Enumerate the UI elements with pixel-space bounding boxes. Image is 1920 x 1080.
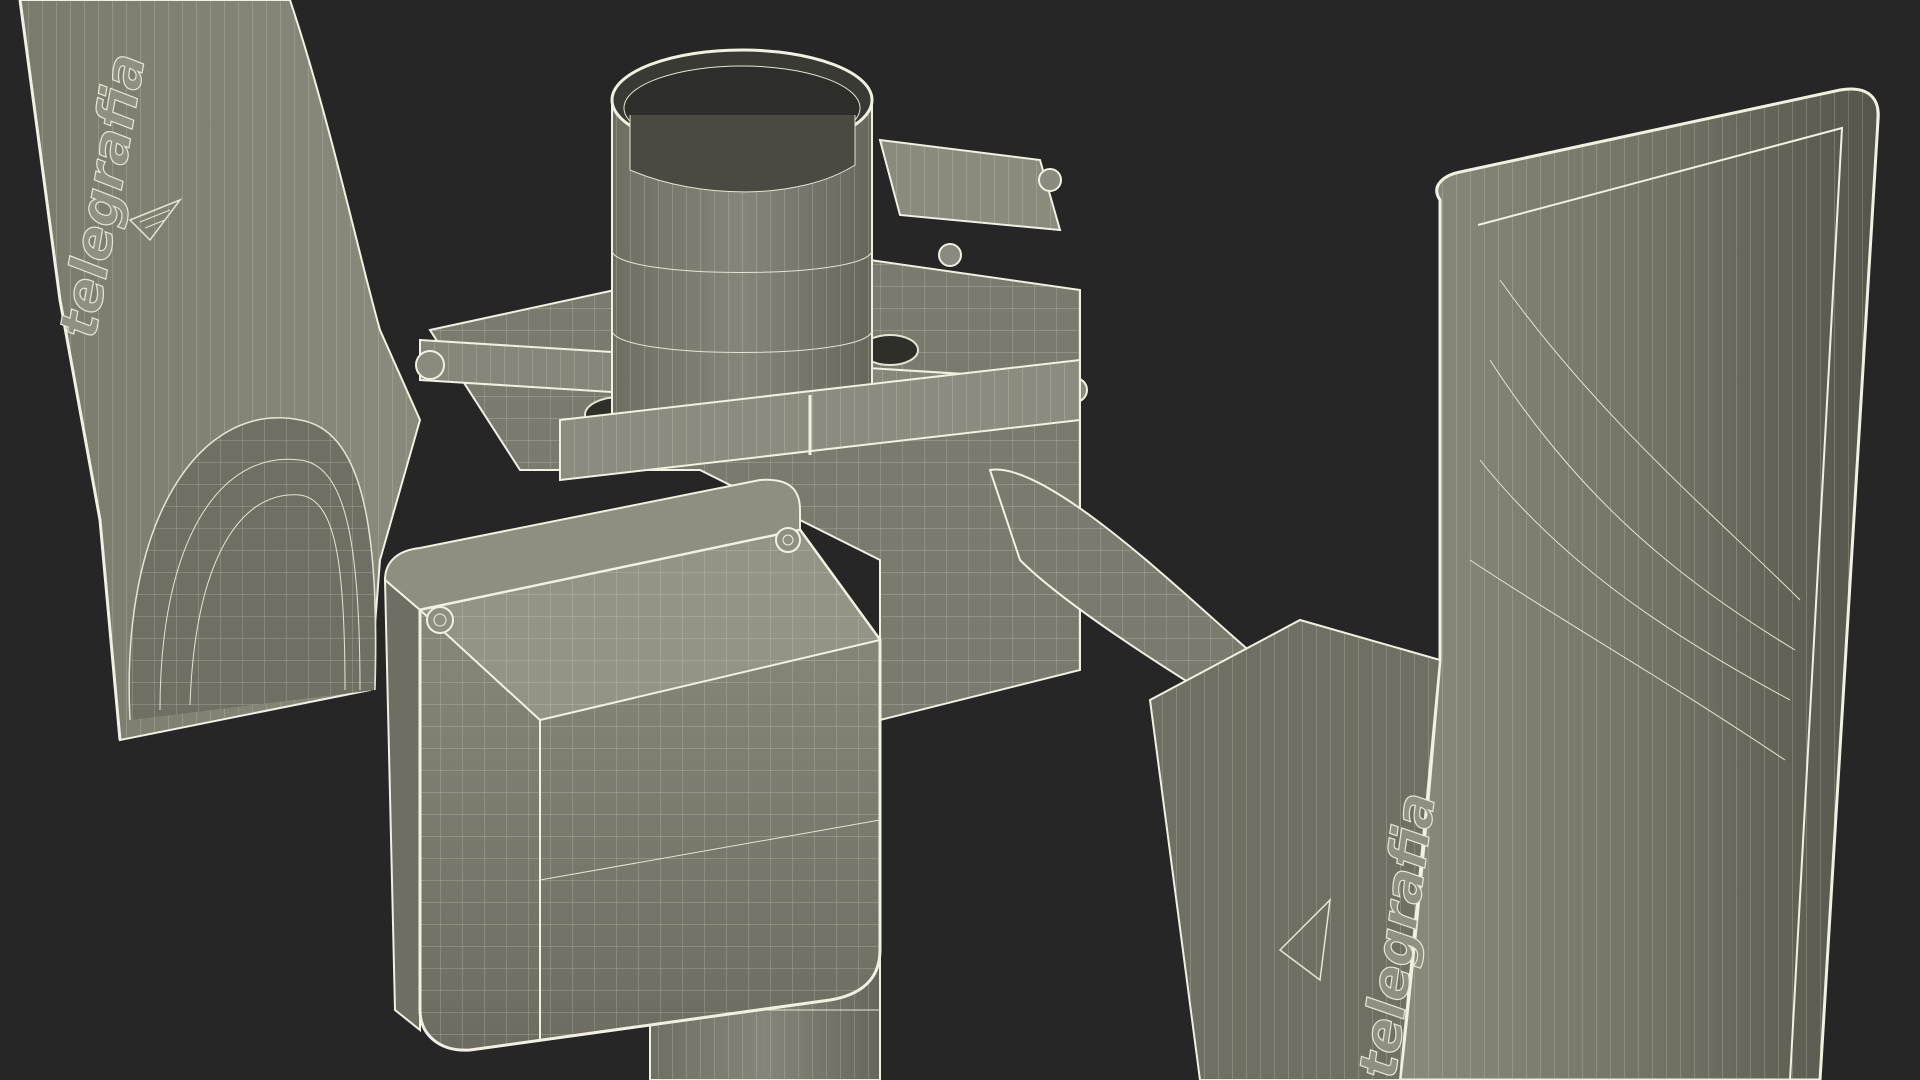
junction-box bbox=[383, 478, 882, 1052]
wireframe-model-render: telegrafia telegrafia bbox=[18, 0, 1880, 1080]
left-horn: telegrafia bbox=[18, 0, 422, 742]
right-horn: telegrafia bbox=[1148, 87, 1880, 1080]
upper-tube bbox=[610, 48, 874, 440]
3d-viewport[interactable]: telegrafia telegrafia bbox=[0, 0, 1920, 1080]
